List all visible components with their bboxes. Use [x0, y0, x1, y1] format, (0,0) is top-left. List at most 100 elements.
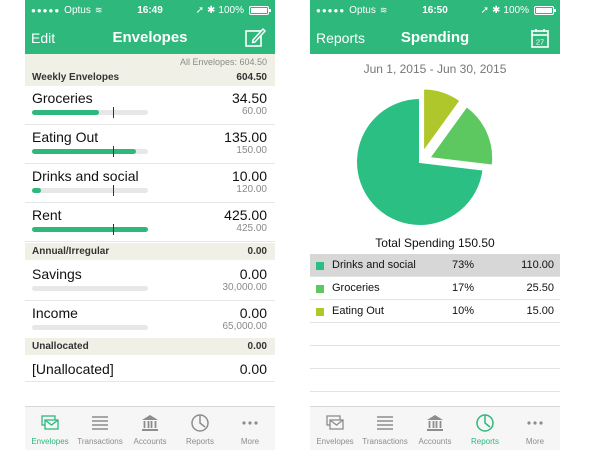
category-percent: 10%: [452, 305, 475, 317]
empty-row: [310, 369, 560, 392]
envelope-row-unallocated[interactable]: [Unallocated] 0.00: [25, 356, 275, 382]
battery-icon: [249, 6, 271, 15]
envelope-budget: 65,000.00: [222, 321, 268, 332]
envelope-balance: 0.00: [239, 361, 267, 377]
tab-label: Transactions: [77, 437, 123, 446]
tab-envelopes[interactable]: Envelopes: [25, 407, 75, 450]
tab-accounts[interactable]: Accounts: [125, 407, 175, 450]
tab-label: Accounts: [133, 437, 167, 446]
envelope-name: Rent: [32, 207, 62, 223]
tab-transactions[interactable]: Transactions: [360, 407, 410, 450]
breakdown-row[interactable]: Eating Out 10% 15.00: [310, 300, 560, 323]
envelope-budget: 120.00: [236, 184, 267, 195]
bluetooth-icon: ✱: [492, 5, 501, 16]
tab-label: More: [525, 437, 545, 446]
envelope-row[interactable]: Savings 0.00 30,000.00: [25, 262, 275, 301]
envelope-row[interactable]: Rent 425.00 425.00: [25, 203, 275, 242]
envelope-name: Groceries: [32, 90, 93, 106]
envelope-progress-bar: [32, 146, 148, 157]
envelope-row[interactable]: Drinks and social 10.00 120.00: [25, 164, 275, 203]
category-name: Groceries: [332, 282, 380, 294]
status-bar: ●●●●● Optus ≋ 16:49 ➚ ✱ 100%: [25, 0, 275, 22]
tab-reports[interactable]: Reports: [460, 407, 510, 450]
tab-label: Reports: [185, 437, 214, 446]
category-name: Drinks and social: [332, 259, 416, 271]
section-name: Unallocated: [32, 341, 89, 352]
color-swatch: [316, 262, 324, 270]
tab-bar: Envelopes Transactions Accounts Reports More: [310, 406, 560, 450]
envelope-progress-bar: [32, 286, 148, 291]
period-marker: [113, 224, 115, 235]
envelope-name: Income: [32, 305, 78, 321]
envelope-row[interactable]: Income 0.00 65,000.00: [25, 301, 275, 340]
nav-bar: Edit Envelopes: [25, 22, 275, 54]
envelope-progress-bar: [32, 107, 148, 118]
section-total: 604.50: [236, 72, 267, 83]
envelope-row[interactable]: Eating Out 135.00 150.00: [25, 125, 275, 164]
spending-pie-chart[interactable]: [350, 82, 510, 232]
breakdown-row[interactable]: Drinks and social 73% 110.00: [310, 254, 560, 277]
reports-back-button[interactable]: Reports: [316, 30, 365, 46]
category-percent: 17%: [452, 282, 475, 294]
period-marker: [113, 146, 115, 157]
envelopes-screen: ●●●●● Optus ≋ 16:49 ➚ ✱ 100% Edit Envelopes …: [25, 0, 275, 450]
envelope-balance: 34.50: [231, 90, 267, 106]
breakdown-row[interactable]: Groceries 17% 25.50: [310, 277, 560, 300]
tab-more[interactable]: More: [510, 407, 560, 450]
envelope-balance: 0.00: [239, 266, 267, 282]
color-swatch: [316, 285, 324, 293]
section-header-weekly: Weekly Envelopes 604.50: [25, 69, 275, 86]
tab-more[interactable]: More: [225, 407, 275, 450]
tab-accounts[interactable]: Accounts: [410, 407, 460, 450]
location-icon: ➚: [195, 5, 205, 16]
tab-label: Reports: [470, 437, 499, 446]
category-percent: 73%: [452, 259, 475, 271]
envelope-budget: 150.00: [236, 145, 267, 156]
tab-bar: Envelopes Transactions Accounts Reports More: [25, 406, 275, 450]
calendar-icon[interactable]: 27: [528, 26, 552, 50]
progress-fill: [32, 110, 100, 115]
envelope-name: [Unallocated]: [32, 361, 114, 377]
envelope-balance: 0.00: [239, 305, 267, 321]
section-name: Annual/Irregular: [32, 246, 110, 257]
edit-button[interactable]: Edit: [31, 30, 55, 46]
envelope-budget: 60.00: [241, 106, 267, 117]
envelope-name: Eating Out: [32, 129, 99, 145]
nav-bar: Reports Spending 27: [310, 22, 560, 54]
progress-fill: [32, 188, 42, 193]
tab-label: Accounts: [418, 437, 452, 446]
tab-reports[interactable]: Reports: [175, 407, 225, 450]
envelope-progress-bar: [32, 185, 148, 196]
all-envelopes-total: All Envelopes: 604.50: [25, 54, 275, 69]
envelope-progress-bar: [32, 325, 148, 330]
category-amount: 25.50: [526, 282, 554, 294]
envelope-budget: 30,000.00: [222, 282, 268, 293]
page-title: Envelopes: [112, 29, 188, 46]
location-icon: ➚: [480, 5, 490, 16]
envelope-balance: 135.00: [224, 129, 267, 145]
envelope-row[interactable]: Groceries 34.50 60.00: [25, 86, 275, 125]
spending-report-screen: ●●●●● Optus ≋ 16:50 ➚ ✱ 100% Reports Spendin…: [310, 0, 560, 450]
envelope-name: Drinks and social: [32, 168, 139, 184]
tab-label: Envelopes: [31, 437, 69, 446]
battery-icon: [534, 6, 556, 15]
tab-transactions[interactable]: Transactions: [75, 407, 125, 450]
progress-fill: [32, 149, 137, 154]
tab-label: More: [240, 437, 260, 446]
date-range[interactable]: Jun 1, 2015 - Jun 30, 2015: [310, 62, 560, 76]
period-marker: [113, 185, 115, 196]
color-swatch: [316, 308, 324, 316]
envelope-name: Savings: [32, 266, 82, 282]
tab-label: Transactions: [362, 437, 408, 446]
compose-icon[interactable]: [243, 26, 267, 50]
bluetooth-icon: ✱: [207, 5, 216, 16]
category-amount: 110.00: [521, 259, 554, 271]
envelope-balance: 425.00: [224, 207, 267, 223]
section-name: Weekly Envelopes: [32, 72, 120, 83]
battery-percent: 100%: [218, 5, 244, 16]
empty-row: [310, 323, 560, 346]
tab-envelopes[interactable]: Envelopes: [310, 407, 360, 450]
section-header-annual: Annual/Irregular 0.00: [25, 243, 275, 260]
category-name: Eating Out: [332, 305, 384, 317]
envelope-progress-bar: [32, 224, 148, 235]
